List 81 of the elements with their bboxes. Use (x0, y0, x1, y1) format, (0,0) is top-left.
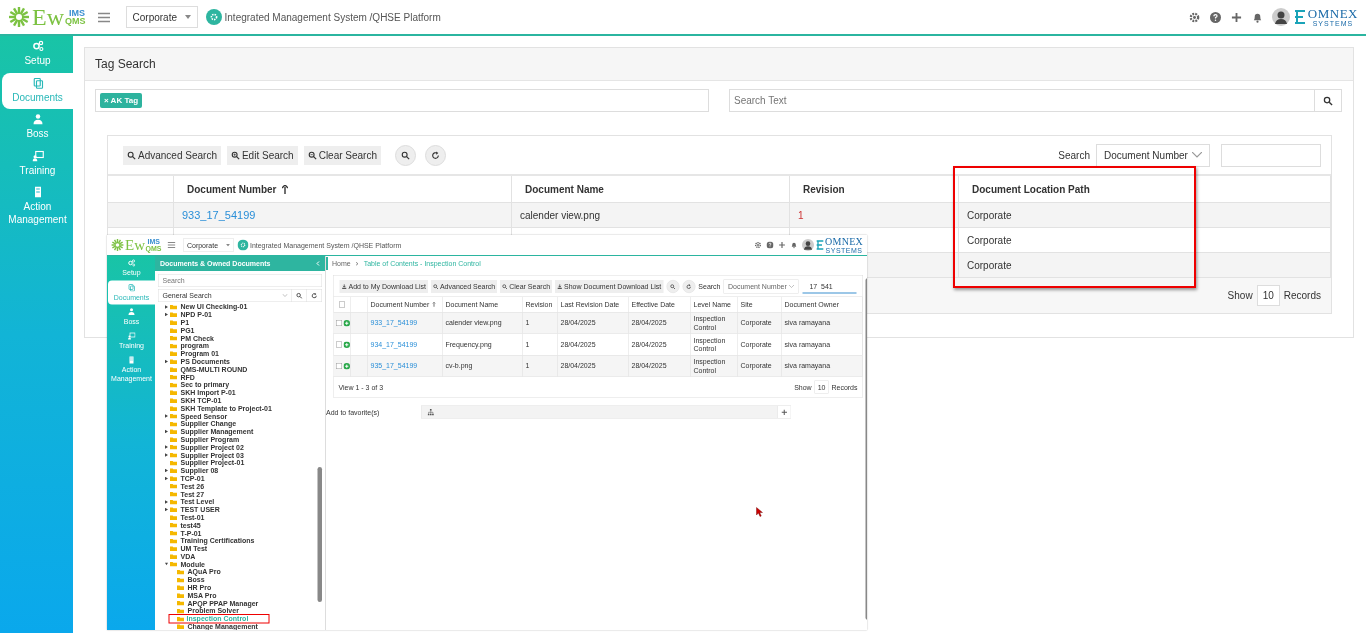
gear-icon (237, 239, 249, 251)
documents-icon (31, 76, 44, 89)
select-all-checkbox[interactable] (338, 301, 345, 308)
person-icon (127, 307, 136, 316)
table-cell: calender view.png (520, 209, 601, 221)
refresh-button[interactable] (425, 144, 446, 166)
search-field[interactable]: Search Text (729, 89, 1315, 112)
logo-text: Ew (32, 5, 64, 29)
page-title: Tag Search (95, 57, 156, 71)
logo-text: QMS (65, 17, 86, 26)
menu-icon[interactable] (97, 11, 110, 23)
person-icon (31, 113, 44, 125)
column-header[interactable]: Document Location Path (959, 176, 1331, 202)
favorites-field[interactable] (421, 405, 791, 419)
zoom-in-icon (230, 150, 240, 160)
caret-icon (184, 15, 191, 19)
site-dropdown[interactable]: Corporate (125, 6, 198, 28)
refresh-icon (431, 150, 440, 160)
table-cell: Corporate (967, 234, 1012, 246)
row-checkbox[interactable] (336, 363, 342, 369)
brand-name: OMNEX (1307, 7, 1358, 20)
column-header[interactable]: Document Number (174, 176, 512, 202)
plus-icon[interactable] (1230, 11, 1242, 23)
collapse-arrow-icon[interactable] (165, 562, 168, 567)
logo-text: Ew (125, 237, 145, 253)
gears-icon (31, 40, 44, 52)
app-title: Integrated Management System /QHSE Platform (224, 11, 441, 23)
add-button[interactable] (777, 406, 791, 418)
show-label: Show (1227, 290, 1253, 301)
avatar-icon[interactable] (802, 239, 815, 251)
settings-icon[interactable] (754, 241, 762, 249)
table-cell: 1 (798, 209, 804, 221)
logo-text: IMS (68, 8, 86, 17)
brand-logo-icon (816, 240, 825, 250)
presentation-icon (31, 149, 44, 162)
zoom-out-icon (307, 150, 317, 160)
help-icon[interactable] (1209, 11, 1221, 23)
column-header[interactable]: Document Name (512, 176, 790, 202)
search-icon (1323, 95, 1333, 106)
caret-icon (1192, 152, 1202, 158)
row-checkbox[interactable] (336, 341, 342, 348)
help-icon[interactable] (766, 241, 774, 249)
refresh-button[interactable] (307, 289, 322, 302)
cursor-icon (756, 507, 763, 517)
logo-icon (111, 238, 124, 252)
brand-logo-icon (1293, 10, 1306, 24)
search-label: Search (1058, 149, 1090, 161)
add-icon[interactable] (343, 362, 350, 370)
row-checkbox[interactable] (336, 320, 342, 326)
page-size-field[interactable]: 10 (1256, 285, 1280, 306)
avatar-icon[interactable] (1271, 8, 1290, 26)
brand-name: OMNEX (825, 236, 863, 247)
expand-arrow-icon[interactable] (165, 359, 168, 364)
toolbar-button[interactable]: Advanced Search (123, 145, 221, 165)
search-by-dropdown[interactable]: Document Number (1096, 143, 1210, 167)
table-cell: Corporate (967, 259, 1012, 271)
gear-icon (205, 9, 222, 25)
search-icon (401, 150, 410, 160)
bell-icon[interactable] (1251, 11, 1263, 23)
hierarchy-icon (427, 408, 434, 416)
sort-arrow-icon (282, 184, 289, 194)
caret-icon (225, 243, 230, 247)
toolbar-button[interactable]: Edit Search (226, 145, 298, 165)
scrollbar[interactable] (317, 467, 322, 602)
add-icon[interactable] (343, 341, 350, 348)
expand-arrow-icon[interactable] (165, 429, 168, 434)
toolbar-button[interactable]: Clear Search (303, 145, 381, 165)
records-label: Records (1283, 290, 1321, 301)
settings-icon[interactable] (1188, 11, 1200, 23)
building-icon (127, 356, 136, 364)
add-icon[interactable] (343, 319, 350, 327)
column-header[interactable]: Revision (790, 176, 959, 202)
search-icon (127, 150, 136, 160)
logo-icon (8, 6, 30, 28)
expand-arrow-icon[interactable] (165, 414, 168, 419)
refresh-button[interactable] (682, 280, 696, 293)
search-button[interactable] (1315, 89, 1342, 112)
bell-icon[interactable] (790, 241, 798, 249)
search-field[interactable] (1221, 143, 1321, 167)
search-button[interactable] (395, 144, 416, 166)
table-cell: Corporate (967, 209, 1012, 221)
